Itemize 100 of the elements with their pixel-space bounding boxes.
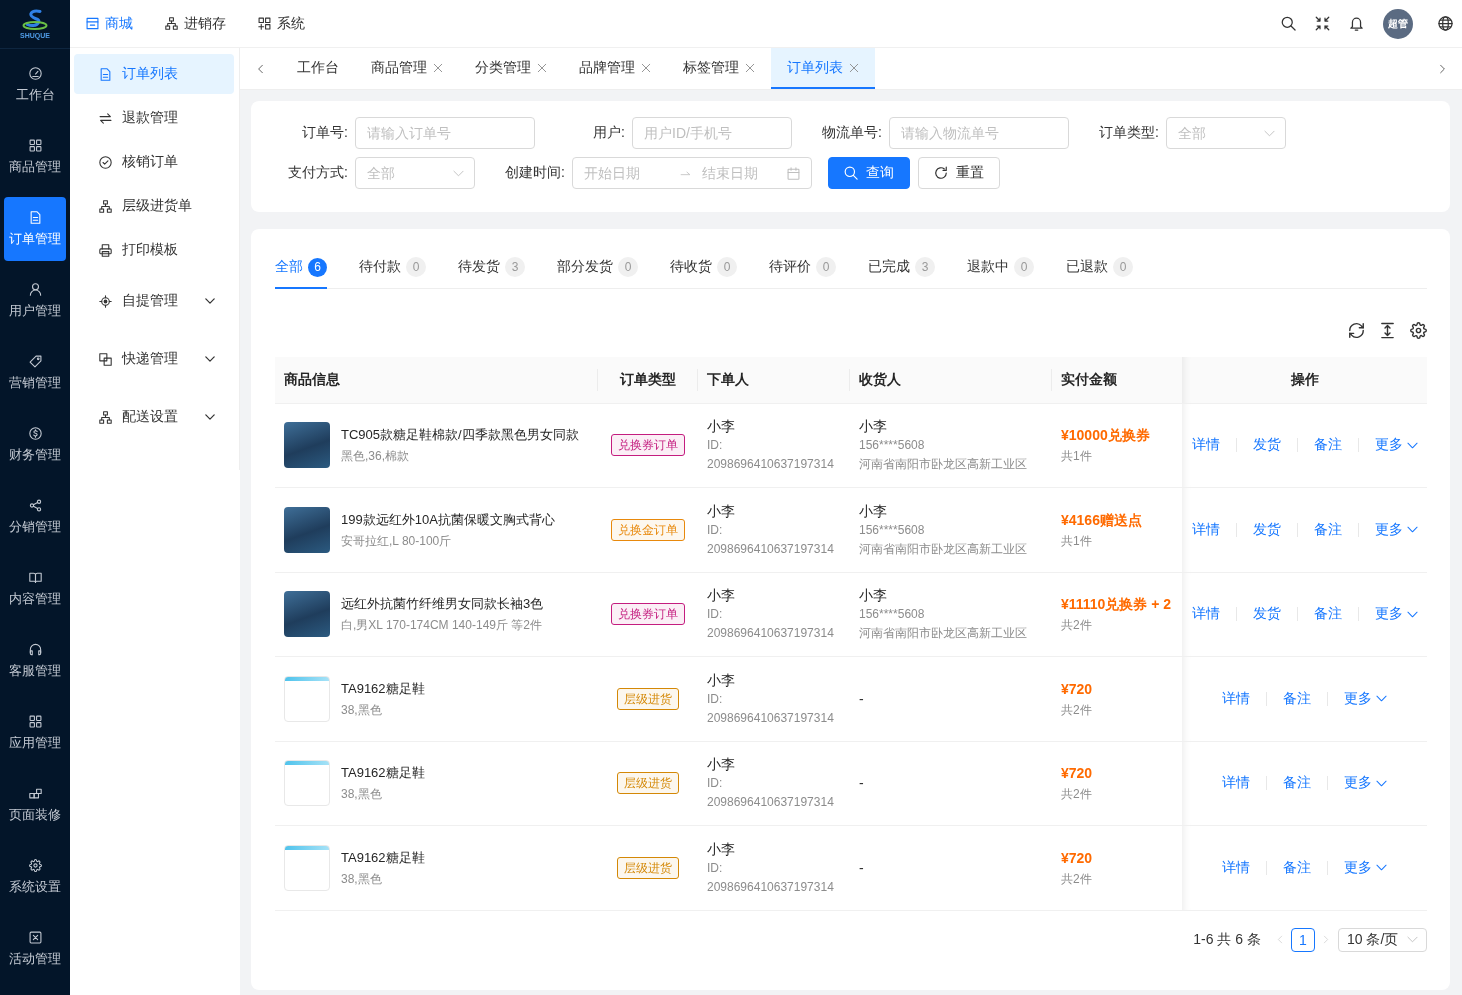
search-button[interactable]: 查询	[828, 157, 910, 189]
action-link[interactable]: 详情	[1191, 605, 1220, 624]
rail-menu-item[interactable]: 商品管理	[4, 125, 66, 189]
product-spec: 安哥拉红,L 80-100斤	[341, 532, 453, 550]
rail-menu-item[interactable]: 财务管理	[4, 413, 66, 477]
action-link[interactable]: 备注	[1283, 858, 1311, 877]
rail-menu-item[interactable]: 内容管理	[4, 557, 66, 621]
rail-menu-item[interactable]: 营销管理	[4, 341, 66, 405]
rail-menu-item[interactable]: 客服管理	[4, 629, 66, 693]
settings-icon[interactable]	[1410, 321, 1427, 339]
status-tab[interactable]: 退款中 0	[967, 253, 1034, 289]
chevron-left-icon[interactable]	[256, 62, 265, 75]
fullscreen-icon[interactable]	[1315, 16, 1330, 31]
refresh-icon[interactable]	[1348, 321, 1365, 339]
status-tab[interactable]: 待收货 0	[670, 253, 737, 289]
paid-amount: ¥11110兑换券 + 2	[1061, 595, 1173, 615]
page-tab[interactable]: 品牌管理	[563, 48, 667, 89]
user-avatar[interactable]: 超管	[1383, 8, 1413, 39]
submenu-item[interactable]: 核销订单	[74, 142, 234, 182]
rail-menu-item[interactable]: 应用管理	[4, 701, 66, 765]
submenu-item[interactable]: 退款管理	[74, 98, 234, 138]
start-date-input[interactable]: 开始日期	[584, 165, 669, 181]
reload-icon	[934, 166, 948, 180]
document-icon	[99, 67, 112, 81]
page-tab[interactable]: 商品管理	[355, 48, 459, 89]
end-date-input[interactable]: 结束日期	[702, 165, 787, 181]
submenu-item[interactable]: 层级进货单	[74, 186, 234, 226]
date-range-field[interactable]: 开始日期 结束日期	[572, 157, 812, 189]
status-tab[interactable]: 部分发货 0	[557, 253, 638, 289]
status-tab[interactable]: 待付款 0	[359, 253, 426, 289]
reset-button[interactable]: 重置	[918, 157, 1000, 189]
page-tab[interactable]: 标签管理	[667, 48, 771, 89]
buyer-name: 小李	[707, 670, 736, 690]
search-icon	[844, 166, 858, 180]
bell-icon[interactable]	[1349, 16, 1364, 31]
status-tab[interactable]: 待发货 3	[458, 253, 525, 289]
action-link[interactable]: 备注	[1283, 689, 1311, 708]
logo-icon	[22, 8, 48, 31]
field-label: 支付方式:	[287, 164, 348, 182]
rail-menu-item[interactable]: 系统设置	[4, 845, 66, 909]
receiver-phone: 156****5608	[859, 606, 926, 624]
select-field[interactable]: 全部	[1166, 117, 1286, 149]
action-link[interactable]: 详情	[1222, 689, 1250, 708]
rail-menu-item[interactable]: 工作台	[4, 53, 66, 117]
action-link[interactable]: 备注	[1313, 520, 1342, 539]
page-tab[interactable]: 工作台	[281, 48, 355, 89]
action-link[interactable]: 备注	[1313, 436, 1342, 455]
top-nav-item[interactable]: 系统	[258, 14, 305, 33]
action-link[interactable]: 详情	[1222, 774, 1250, 793]
submenu-item[interactable]: 订单列表	[74, 54, 234, 94]
rail-menu-item[interactable]: 用户管理	[4, 269, 66, 333]
action-link[interactable]: 更多	[1374, 605, 1418, 624]
close-icon[interactable]	[849, 62, 859, 73]
close-icon[interactable]	[641, 62, 651, 73]
chevron-right-icon[interactable]	[1437, 62, 1447, 75]
action-link[interactable]: 更多	[1344, 858, 1387, 877]
action-link[interactable]: 备注	[1313, 605, 1342, 624]
page-size-select[interactable]: 10 条/页	[1338, 927, 1427, 952]
action-link[interactable]: 更多	[1344, 774, 1387, 793]
status-tab[interactable]: 已完成 3	[868, 253, 935, 289]
text-input[interactable]: 请输入订单号	[355, 117, 535, 149]
globe-icon[interactable]	[1438, 16, 1453, 31]
rail-menu-item[interactable]: 活动管理	[4, 917, 66, 981]
rail-menu-item[interactable]: 分销管理	[4, 485, 66, 549]
close-icon[interactable]	[433, 62, 443, 73]
action-link[interactable]: 发货	[1252, 605, 1281, 624]
book-icon	[28, 570, 42, 584]
action-link[interactable]: 发货	[1252, 520, 1281, 539]
action-link[interactable]: 更多	[1344, 689, 1387, 708]
submenu-item[interactable]: 打印模板	[74, 230, 234, 270]
search-icon[interactable]	[1281, 16, 1296, 31]
action-link[interactable]: 发货	[1252, 436, 1281, 455]
page-button[interactable]: 1	[1291, 927, 1315, 952]
text-input[interactable]: 请输入物流单号	[889, 117, 1069, 149]
page-tab[interactable]: 分类管理	[459, 48, 563, 89]
page-tab[interactable]: 订单列表	[771, 48, 875, 89]
close-icon[interactable]	[537, 62, 547, 73]
action-link[interactable]: 详情	[1191, 520, 1220, 539]
rail-menu-item[interactable]: 页面装修	[4, 773, 66, 837]
top-nav-item[interactable]: 商城	[86, 14, 133, 33]
submenu-item[interactable]: 配送设置	[74, 390, 234, 444]
action-link[interactable]: 更多	[1374, 436, 1418, 455]
product-name: 远红外抗菌竹纤维男女同款长袖3色	[341, 595, 544, 614]
status-tab[interactable]: 已退款 0	[1066, 253, 1133, 289]
row-height-icon[interactable]	[1379, 321, 1396, 339]
close-icon[interactable]	[745, 62, 755, 73]
status-tab[interactable]: 全部 6	[275, 253, 327, 289]
top-nav-item[interactable]: 进销存	[165, 14, 226, 33]
submenu-item[interactable]: 快递管理	[74, 332, 234, 386]
action-link[interactable]: 详情	[1222, 858, 1250, 877]
select-field[interactable]: 全部	[355, 157, 475, 189]
order-count: 3	[505, 257, 525, 277]
rail-menu-item[interactable]: 订单管理	[4, 197, 66, 261]
action-link[interactable]: 备注	[1283, 774, 1311, 793]
submenu-item[interactable]: 自提管理	[74, 274, 234, 328]
action-link[interactable]: 更多	[1374, 520, 1418, 539]
chevron-down-icon	[1264, 128, 1275, 139]
status-tab[interactable]: 待评价 0	[769, 253, 836, 289]
action-link[interactable]: 详情	[1191, 436, 1220, 455]
text-input[interactable]: 用户ID/手机号	[632, 117, 792, 149]
